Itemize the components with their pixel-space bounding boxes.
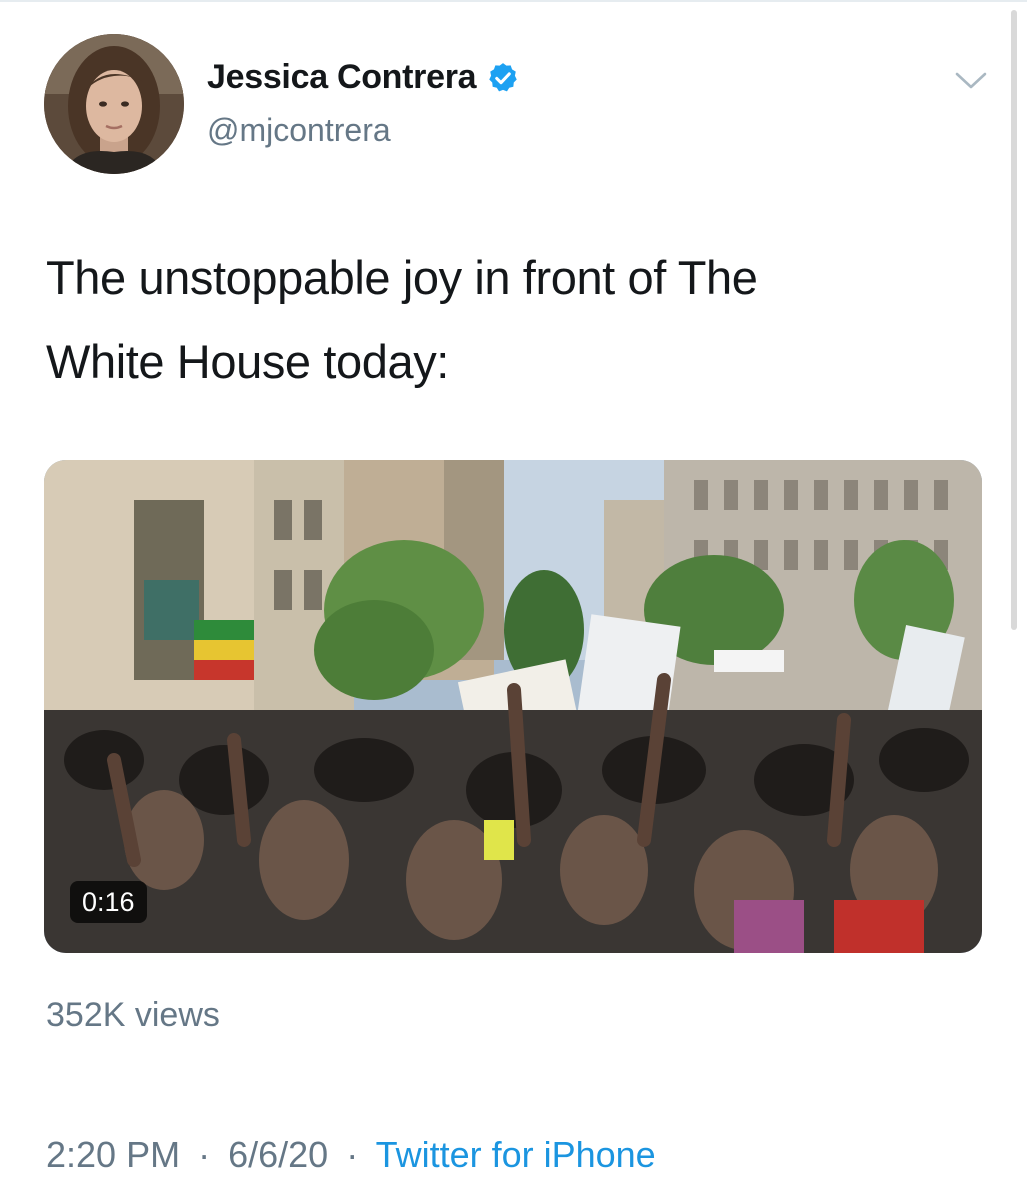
author-display-name[interactable]: Jessica Contrera — [207, 58, 477, 97]
verified-badge-icon — [489, 62, 517, 91]
view-count: 352K views — [46, 996, 220, 1034]
meta-separator: · — [346, 1134, 359, 1175]
tweet-page: Jessica Contrera @mjcontrera The unstopp… — [0, 0, 1027, 1200]
top-divider — [0, 0, 1027, 2]
tweet-time: 2:20 PM — [46, 1134, 181, 1175]
scroll-indicator[interactable] — [1011, 10, 1017, 630]
tweet-date: 6/6/20 — [228, 1134, 329, 1175]
tweet-text-line-2: White House today: — [46, 335, 449, 388]
meta-separator: · — [198, 1134, 211, 1175]
chevron-down-icon[interactable] — [953, 68, 989, 92]
video-player[interactable]: 0:16 — [44, 460, 982, 953]
tweet-text-line-1: The unstoppable joy in front of The — [46, 251, 758, 304]
video-thumbnail — [44, 460, 982, 953]
tweet-source-link[interactable]: Twitter for iPhone — [376, 1134, 656, 1175]
avatar[interactable] — [44, 34, 184, 174]
author-handle[interactable]: @mjcontrera — [207, 112, 391, 149]
tweet-text: The unstoppable joy in front of The Whit… — [46, 236, 966, 404]
author-name-row[interactable]: Jessica Contrera — [207, 58, 520, 97]
avatar-image — [44, 34, 184, 174]
tweet-metadata: 2:20 PM · 6/6/20 · Twitter for iPhone — [46, 1134, 656, 1176]
video-duration-badge: 0:16 — [70, 881, 147, 923]
